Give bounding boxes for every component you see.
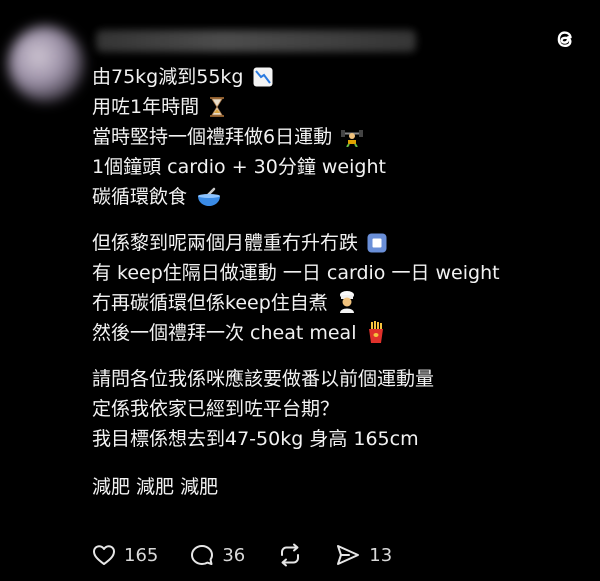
threads-post: 由75kg減到55kg 用咗1年時間 當時堅持一個禮拜做6日運動 1個鐘頭 ca… (0, 0, 600, 581)
post-line: 我目標係想去到47-50kg 身高 165cm (92, 428, 419, 450)
send-icon (337, 545, 360, 565)
post-line: 定係我依家已經到咗平台期？ (92, 398, 340, 420)
like-button[interactable]: 165 (92, 544, 158, 566)
comment-icon (191, 545, 214, 565)
avatar[interactable] (8, 26, 84, 102)
post-line: 用咗1年時間 (92, 92, 582, 122)
chart-decreasing-icon (253, 67, 273, 87)
post-actions: 165 36 13 (92, 540, 392, 570)
hourglass-icon (210, 97, 225, 117)
weightlifter-icon (341, 130, 364, 147)
reply-button[interactable]: 36 (190, 543, 245, 567)
post-line: 有 keep住隔日做運動 一日 cardio 一日 weight (92, 262, 500, 284)
fries-icon (368, 321, 383, 343)
username-blurred[interactable] (96, 30, 416, 52)
cook-icon (339, 291, 354, 313)
post-line: 由75kg減到55kg (92, 62, 582, 92)
post-line: 但係黎到呢兩個月體重冇升冇跌 (92, 228, 582, 258)
threads-logo-icon[interactable] (552, 26, 578, 52)
post-line: 然後一個禮拜一次 cheat meal (92, 318, 582, 348)
share-count: 13 (369, 544, 393, 566)
stop-button-icon (367, 233, 387, 253)
post-tags-line: 減肥 減肥 減肥 (92, 476, 219, 498)
post-body: 由75kg減到55kg 用咗1年時間 當時堅持一個禮拜做6日運動 1個鐘頭 ca… (92, 62, 582, 502)
post-line: 當時堅持一個禮拜做6日運動 (92, 122, 582, 152)
like-count: 165 (124, 544, 159, 566)
post-line: 1個鐘頭 cardio + 30分鐘 weight (92, 156, 386, 178)
repost-button[interactable] (277, 543, 303, 567)
post-line: 冇再碳循環但係keep住自煮 (92, 288, 582, 318)
repost-icon (281, 543, 300, 567)
reply-count: 36 (222, 544, 246, 566)
heart-icon (93, 545, 115, 565)
post-line: 碳循環飲食 (92, 182, 582, 212)
post-line: 請問各位我係咪應該要做番以前個運動量 (92, 368, 435, 390)
bowl-spoon-icon (198, 187, 221, 206)
share-button[interactable]: 13 (335, 543, 392, 567)
